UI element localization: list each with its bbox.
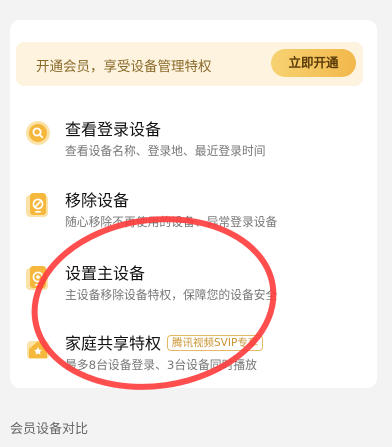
main-device-icon bbox=[25, 265, 51, 291]
feature-title: 移除设备 bbox=[65, 191, 130, 210]
feature-desc: 随心移除不再使用的设备、异常登录设备 bbox=[65, 215, 278, 229]
feature-title-text: 家庭共享特权 bbox=[65, 334, 162, 353]
feature-remove-device: 移除设备 随心移除不再使用的设备、异常登录设备 bbox=[0, 187, 392, 237]
feature-family-share: 家庭共享特权 腾讯视频SVIP专享 最多8台设备登录、3台设备同时播放 bbox=[0, 330, 392, 380]
feature-title: 家庭共享特权 腾讯视频SVIP专享 bbox=[65, 330, 264, 354]
svip-exclusive-badge: 腾讯视频SVIP专享 bbox=[167, 335, 264, 351]
promo-text: 开通会员，享受设备管理特权 bbox=[36, 59, 212, 75]
feature-title: 设置主设备 bbox=[65, 264, 146, 283]
search-icon bbox=[25, 120, 51, 146]
feature-desc: 主设备移除设备特权，保障您的设备安全 bbox=[65, 288, 278, 302]
section-label-device-comparison: 会员设备对比 bbox=[10, 422, 89, 437]
feature-view-login-devices: 查看登录设备 查看设备名称、登录地、最近登录时间 bbox=[0, 116, 392, 166]
family-share-icon bbox=[25, 336, 51, 362]
feature-title: 查看登录设备 bbox=[65, 120, 162, 139]
feature-desc: 查看设备名称、登录地、最近登录时间 bbox=[65, 144, 266, 158]
feature-set-main-device: 设置主设备 主设备移除设备特权，保障您的设备安全 bbox=[0, 260, 392, 310]
feature-desc: 最多8台设备登录、3台设备同时播放 bbox=[65, 358, 257, 372]
open-membership-button[interactable]: 立即开通 bbox=[271, 49, 356, 77]
remove-device-icon bbox=[25, 192, 51, 218]
